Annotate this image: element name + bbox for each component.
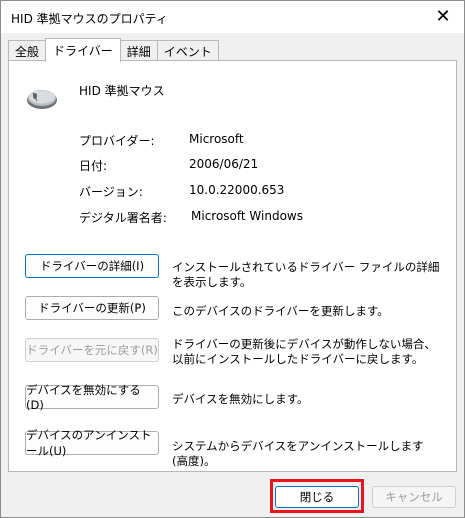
- device-name: HID 準拠マウス: [79, 84, 165, 98]
- cancel-button[interactable]: キャンセル: [372, 486, 456, 508]
- version-label: バージョン:: [79, 185, 143, 199]
- rollback-driver-button[interactable]: ドライバーを元に戻す(R): [25, 338, 159, 362]
- driver-panel: HID 準拠マウス プロバイダー: Microsoft 日付: 2006/06/…: [8, 60, 457, 472]
- tab-driver[interactable]: ドライバー: [45, 38, 121, 62]
- title-bar: HID 準拠マウスのプロパティ ✕: [1, 1, 464, 33]
- uninstall-device-button[interactable]: デバイスのアンインストール(U): [25, 428, 159, 458]
- window-title: HID 準拠マウスのプロパティ: [11, 12, 168, 26]
- driver-details-desc: インストールされているドライバー ファイルの詳細を表示します。: [172, 260, 440, 289]
- close-button[interactable]: 閉じる: [275, 486, 359, 508]
- mouse-icon: [26, 87, 58, 114]
- version-value: 10.0.22000.653: [189, 183, 285, 197]
- driver-details-button[interactable]: ドライバーの詳細(I): [25, 254, 159, 278]
- date-label: 日付:: [79, 159, 108, 173]
- tab-events[interactable]: イベント: [156, 40, 219, 61]
- tab-general[interactable]: 全般: [8, 40, 47, 61]
- provider-value: Microsoft: [189, 132, 244, 146]
- disable-device-button[interactable]: デバイスを無効にする(D): [25, 383, 159, 412]
- tab-details[interactable]: 詳細: [119, 40, 158, 61]
- rollback-driver-desc: ドライバーの更新後にデバイスが動作しない場合、以前にインストールしたドライバーに…: [172, 337, 436, 366]
- uninstall-device-desc: システムからデバイスをアンインストールします (高度)。: [172, 439, 424, 468]
- update-driver-button[interactable]: ドライバーの更新(P): [25, 296, 159, 320]
- tab-strip: 全般 ドライバー 詳細 イベント: [8, 38, 219, 62]
- signer-value: Microsoft Windows: [191, 209, 303, 223]
- provider-label: プロバイダー:: [79, 134, 155, 148]
- date-value: 2006/06/21: [189, 157, 259, 171]
- close-icon[interactable]: ✕: [434, 6, 452, 27]
- signer-label: デジタル署名者:: [79, 211, 167, 225]
- properties-dialog: HID 準拠マウスのプロパティ ✕ 全般 ドライバー 詳細 イベント HID 準…: [0, 0, 465, 518]
- update-driver-desc: このデバイスのドライバーを更新します。: [172, 304, 389, 318]
- disable-device-desc: デバイスを無効にします。: [172, 392, 309, 406]
